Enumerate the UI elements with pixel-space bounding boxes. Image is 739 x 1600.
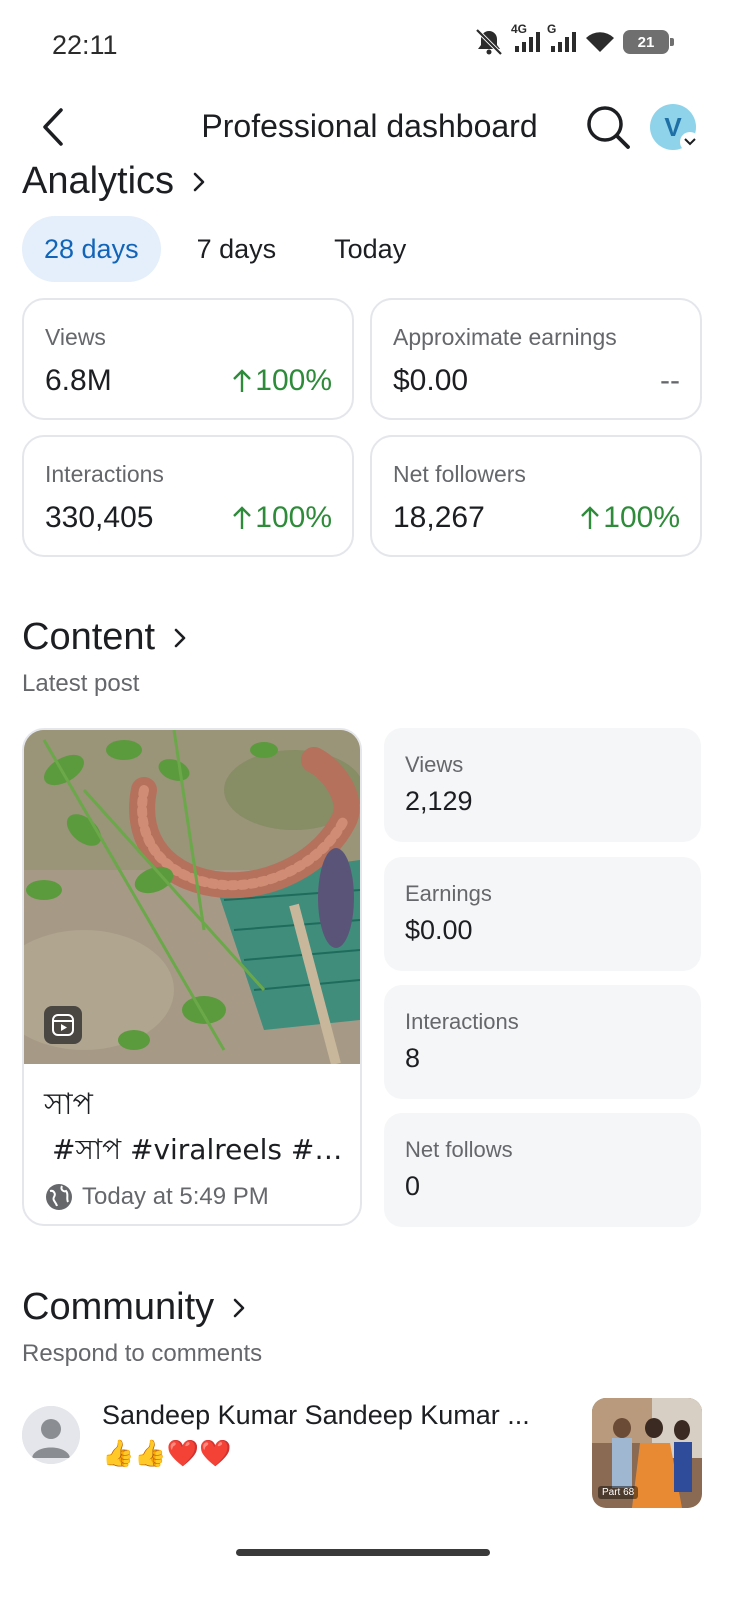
time-range-tabs: 28 days 7 days Today — [22, 216, 428, 282]
top-nav: Professional dashboard V — [0, 96, 739, 160]
profile-avatar-button[interactable]: V — [650, 104, 700, 152]
community-title: Community — [22, 1286, 215, 1328]
post-thumbnail[interactable] — [24, 730, 360, 1066]
metric-change-value: -- — [660, 364, 680, 397]
cell-signal-4g-icon: 4G — [511, 22, 541, 54]
chevron-right-icon — [232, 1297, 246, 1319]
metric-label: Views — [45, 324, 106, 350]
chevron-down-icon — [680, 132, 700, 152]
metric-change: 100% — [231, 364, 332, 398]
post-stat-views: Views 2,129 — [384, 728, 701, 842]
tab-today[interactable]: Today — [312, 216, 428, 282]
cell-signal-g-icon: G — [547, 22, 577, 54]
chevron-right-icon — [192, 171, 206, 193]
community-subtitle: Respond to comments — [22, 1340, 263, 1367]
default-avatar-icon — [22, 1406, 80, 1464]
back-button[interactable] — [30, 104, 76, 150]
metric-label: Approximate earnings — [393, 324, 617, 350]
content-header[interactable]: Content — [22, 616, 187, 659]
metric-change-value: 100% — [603, 501, 680, 534]
metric-value: 18,267 — [393, 501, 485, 534]
post-caption: #সাপ #viralreels #v... — [52, 1133, 352, 1166]
post-stat-net-follows: Net follows 0 — [384, 1113, 701, 1227]
post-title: সাপ — [44, 1087, 93, 1122]
comment-post-thumbnail[interactable]: Part 68 — [592, 1398, 702, 1508]
back-arrow-icon — [43, 108, 63, 146]
tab-28-days[interactable]: 28 days — [22, 216, 161, 282]
stat-label: Interactions — [405, 1009, 519, 1034]
comment-row[interactable]: Sandeep Kumar Sandeep Kumar ... 👍👍❤️❤️ P… — [22, 1396, 702, 1510]
search-icon — [587, 106, 630, 149]
metric-value: $0.00 — [393, 364, 469, 397]
metric-value: 6.8M — [45, 364, 112, 397]
avatar[interactable] — [22, 1406, 80, 1464]
content-title: Content — [22, 616, 156, 658]
stat-value: 2,129 — [405, 786, 473, 816]
wifi-icon — [585, 30, 615, 54]
content-subtitle: Latest post — [22, 670, 140, 697]
stat-label: Earnings — [405, 881, 492, 906]
metric-card-earnings[interactable]: Approximate earnings $0.00 -- — [370, 298, 702, 420]
post-time: Today at 5:49 PM — [44, 1182, 269, 1212]
network-type-label: 4G — [511, 22, 528, 36]
status-time: 22:11 — [52, 30, 118, 60]
analytics-title: Analytics — [22, 160, 175, 202]
battery-level: 21 — [637, 33, 655, 51]
metric-value: 330,405 — [45, 501, 154, 534]
metric-card-interactions[interactable]: Interactions 330,405 100% — [22, 435, 354, 557]
arrow-up-icon — [233, 369, 252, 392]
metric-change-value: 100% — [255, 501, 332, 534]
metric-card-views[interactable]: Views 6.8M 100% — [22, 298, 354, 420]
post-time-label: Today at 5:49 PM — [82, 1183, 269, 1210]
arrow-up-icon — [233, 506, 252, 529]
mute-bell-icon — [473, 28, 505, 56]
comment-text: 👍👍❤️❤️ — [102, 1438, 232, 1468]
battery-icon: 21 — [623, 30, 674, 54]
status-bar: 22:11 4G G 21 — [0, 0, 739, 92]
globe-icon — [46, 1184, 72, 1210]
metric-label: Net followers — [393, 461, 526, 487]
post-stat-interactions: Interactions 8 — [384, 985, 701, 1099]
stat-value: 8 — [405, 1043, 421, 1073]
avatar-initial: V — [664, 111, 682, 142]
reel-icon — [44, 1006, 82, 1044]
latest-post-card[interactable]: সাপ #সাপ #viralreels #v... Today at 5:49… — [22, 728, 362, 1226]
community-header[interactable]: Community — [22, 1286, 246, 1329]
metric-change-value: 100% — [255, 364, 332, 397]
stat-label: Views — [405, 752, 464, 777]
status-icons: 4G G 21 — [473, 22, 674, 56]
analytics-header[interactable]: Analytics — [22, 160, 206, 203]
home-indicator[interactable] — [236, 1549, 490, 1556]
metric-card-net-followers[interactable]: Net followers 18,267 100% — [370, 435, 702, 557]
stat-value: $0.00 — [405, 915, 473, 945]
stat-label: Net follows — [405, 1137, 513, 1162]
stat-value: 0 — [405, 1171, 421, 1201]
search-button[interactable] — [583, 102, 633, 152]
metric-change: 100% — [579, 501, 680, 535]
metric-label: Interactions — [45, 461, 164, 487]
network-type-label-2: G — [547, 22, 557, 36]
metric-change: 100% — [231, 501, 332, 535]
metric-change: -- — [660, 364, 680, 398]
chevron-right-icon — [173, 627, 187, 649]
arrow-up-icon — [581, 506, 600, 529]
post-stat-earnings: Earnings $0.00 — [384, 857, 701, 971]
part-label: Part 68 — [598, 1486, 639, 1499]
comment-author[interactable]: Sandeep Kumar Sandeep Kumar ... — [102, 1400, 562, 1431]
tab-7-days[interactable]: 7 days — [175, 216, 299, 282]
